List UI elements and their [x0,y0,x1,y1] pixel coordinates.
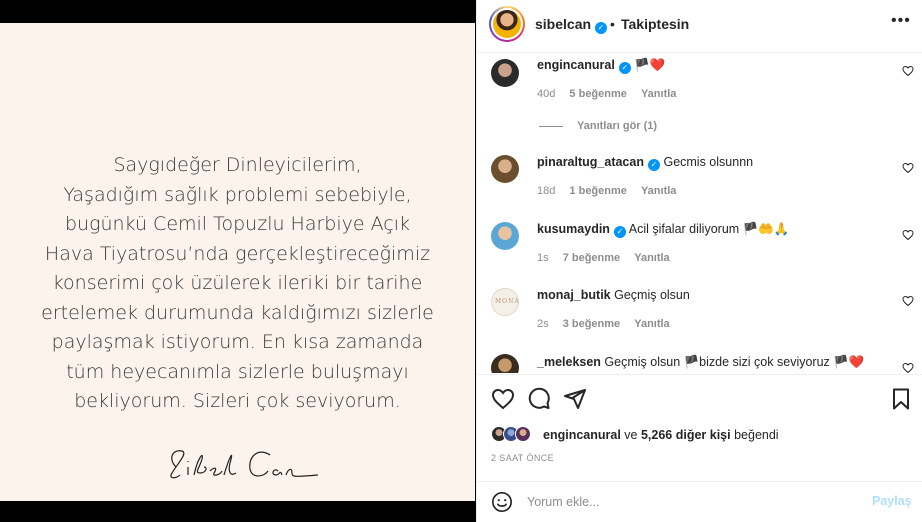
verified-badge-icon: ✓ [613,226,626,238]
post-actions-bar [477,374,922,422]
emoji-icon[interactable] [491,491,513,513]
likes-suffix: beğendi [734,428,779,442]
comment-input[interactable] [527,492,857,512]
post-media[interactable]: Saygıdeğer Dinleyicilerim, Yaşadığım sağ… [0,0,475,522]
comment-age: 2s [537,318,549,330]
likes-count[interactable]: 5,266 diğer kişi [641,428,731,442]
likes-connector: ve [624,428,638,442]
author-avatar[interactable] [489,6,525,42]
announcement-line: konserimi çok üzülerek ileriki bir tarih… [52,272,423,294]
comment-text-row: engincanural ✓ 🏴❤️ [537,58,665,74]
announcement-line: Hava Tiyatrosu’nda gerçekleştireceğimiz [44,242,431,265]
commenter-avatar[interactable] [491,222,519,250]
likes-text: engincanural ve 5,266 diğer kişi beğendi [543,428,779,442]
post-comment-button[interactable]: Paylaş [872,494,912,508]
comment-text-row: kusumaydin ✓ Acil şifalar diliyorum 🏴🤲🙏 [537,222,789,238]
view-replies-label: Yanıtları gör (1) [577,120,658,132]
comment-heart-icon[interactable] [902,295,914,307]
comment-body: Acil şifalar diliyorum 🏴🤲🙏 [628,222,790,236]
comment-meta: 2s 3 beğenme Yanıtla [537,318,681,330]
reply-button[interactable]: Yanıtla [634,318,669,330]
replies-divider [539,125,563,127]
commenter-username[interactable]: engincanural [537,58,615,72]
author-username[interactable]: sibelcan [535,16,591,32]
comment-bubble-icon[interactable] [527,387,551,411]
announcement-line: bekliyorum. Sizleri çok seviyorum. [74,390,401,412]
announcement-text: Saygıdeğer Dinleyicilerim, Yaşadığım sağ… [0,151,475,417]
post-detail-panel: sibelcan ✓ • Takiptesin ••• engincanural ✓… [476,0,922,522]
save-bookmark-icon[interactable] [889,387,913,411]
comment-body: Gecmis olsunnn [663,155,754,169]
commenter-username[interactable]: pinaraltug_atacan [537,155,644,169]
post-timestamp[interactable]: 2 SAAT ÖNCE [491,453,554,463]
following-button[interactable]: Takiptesin [621,16,689,32]
commenter-username[interactable]: kusumaydin [537,222,610,236]
comment-heart-icon[interactable] [902,362,914,373]
comment-body: Geçmiş olsun [614,288,690,302]
comment-heart-icon[interactable] [902,229,914,241]
share-send-icon[interactable] [563,387,587,411]
comment-age: 40d [537,88,556,100]
commenter-avatar[interactable] [491,59,519,87]
comment-body: 🏴❤️ [634,58,666,72]
comment-composer: Paylaş [477,481,922,522]
more-options-icon[interactable]: ••• [891,12,911,30]
monaj-logo-icon: MONAJ [495,298,518,305]
commenter-username[interactable]: monaj_butik [537,288,611,302]
comment-likes[interactable]: 5 beğenme [569,88,626,100]
announcement-image: Saygıdeğer Dinleyicilerim, Yaşadığım sağ… [0,23,475,501]
announcement-line: Saygıdeğer Dinleyicilerim, [113,154,362,176]
likes-summary[interactable]: engincanural ve 5,266 diğer kişi beğendi [491,424,911,446]
comment-body: Geçmiş olsun 🏴bizde sizi çok seviyoruz 🏴… [604,355,865,369]
commenter-avatar[interactable] [491,354,519,373]
comment-text-row: _meleksen Geçmiş olsun 🏴bizde sizi çok s… [537,355,864,370]
reply-button[interactable]: Yanıtla [634,252,669,264]
first-liker-username[interactable]: engincanural [543,428,621,442]
verified-badge-icon: ✓ [647,159,660,171]
comment-meta: 40d 5 beğenme Yanıtla [537,88,687,100]
commenter-avatar[interactable] [491,155,519,183]
announcement-line: bugünkü Cemil Topuzlu Harbiye Açık [64,213,411,235]
commenter-username[interactable]: _meleksen [537,355,601,369]
comment-age: 18d [537,185,556,197]
reply-button[interactable]: Yanıtla [641,88,676,100]
signature-graphic [170,450,319,479]
comment-text-row: pinaraltug_atacan ✓ Gecmis olsunnn [537,155,753,171]
comment-likes[interactable]: 3 beğenme [563,318,620,330]
comment-meta: 1s 7 beğenme Yanıtla [537,252,681,264]
announcement-line: paylaşmak istiyorum. En kısa zamanda [51,331,424,353]
comment-text-row: monaj_butik Geçmiş olsun [537,288,690,302]
announcement-line: tüm heyecanımla sizlerle buluşmayı [66,360,409,383]
comment-age: 1s [537,252,549,264]
author-username-row[interactable]: sibelcan ✓ [535,16,608,34]
announcement-line: ertelemek durumunda kaldığımızı sizlerle [41,301,434,324]
comment-meta: 18d 1 beğenme Yanıtla [537,185,687,197]
verified-badge-icon: ✓ [595,22,608,34]
reply-button[interactable]: Yanıtla [641,185,676,197]
post-header: sibelcan ✓ • Takiptesin ••• [477,0,922,53]
verified-badge-icon: ✓ [618,62,631,74]
comment-heart-icon[interactable] [902,162,914,174]
view-replies-button[interactable]: Yanıtları gör (1) [539,120,657,132]
commenter-avatar[interactable]: MONAJ [491,288,519,316]
comments-list[interactable]: engincanural ✓ 🏴❤️ 40d 5 beğenme Yanıtla … [477,53,922,373]
header-separator: • [610,16,615,32]
comment-heart-icon[interactable] [902,65,914,77]
like-heart-icon[interactable] [491,387,515,411]
comment-likes[interactable]: 7 beğenme [563,252,620,264]
liker-avatar [515,426,531,442]
announcement-line: Yaşadığım sağlık problemi sebebiyle, [63,183,412,206]
comment-likes[interactable]: 1 beğenme [569,185,626,197]
